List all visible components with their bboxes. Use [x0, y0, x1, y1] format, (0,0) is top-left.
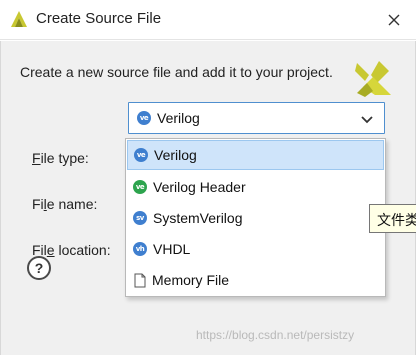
dropdown-option-verilog-header[interactable]: ve Verilog Header [127, 172, 384, 202]
tooltip: 文件类 [369, 204, 416, 233]
help-icon: ? [34, 260, 44, 276]
file-name-label: File name: [32, 196, 98, 212]
option-label: Verilog [154, 147, 197, 163]
dialog-description: Create a new source file and add it to y… [20, 64, 333, 80]
dropdown-option-vhdl[interactable]: vh VHDL [127, 234, 384, 264]
dropdown-option-systemverilog[interactable]: sv SystemVerilog [127, 203, 384, 233]
verilog-badge-icon: ve [137, 111, 151, 125]
verilog-header-badge-icon: ve [133, 180, 147, 194]
vivado-logo-icon [355, 61, 391, 97]
option-label: Verilog Header [153, 179, 246, 195]
watermark: https://blog.csdn.net/persistzy [196, 328, 355, 342]
file-type-dropdown: ve Verilog ve Verilog Header sv SystemVe… [125, 138, 386, 297]
close-button[interactable] [380, 6, 408, 34]
close-icon [388, 14, 400, 26]
help-button[interactable]: ? [27, 256, 51, 280]
option-label: SystemVerilog [153, 210, 243, 226]
file-type-selected-value: Verilog [157, 110, 200, 126]
dropdown-option-verilog[interactable]: ve Verilog [127, 140, 384, 170]
option-label: VHDL [153, 241, 191, 257]
file-type-select[interactable]: ve Verilog [128, 102, 385, 134]
dropdown-option-memory-file[interactable]: Memory File [127, 265, 384, 295]
file-type-label: File type: [32, 150, 89, 166]
systemverilog-badge-icon: sv [133, 211, 147, 225]
chevron-down-icon [361, 116, 373, 124]
vivado-logo-icon [11, 11, 27, 27]
vhdl-badge-icon: vh [133, 242, 147, 256]
window-title: Create Source File [36, 10, 162, 27]
title-bar: Create Source File [0, 0, 416, 40]
file-icon [134, 273, 146, 287]
file-location-label: File location: [32, 242, 111, 258]
option-label: Memory File [152, 272, 230, 288]
verilog-badge-icon: ve [134, 148, 148, 162]
